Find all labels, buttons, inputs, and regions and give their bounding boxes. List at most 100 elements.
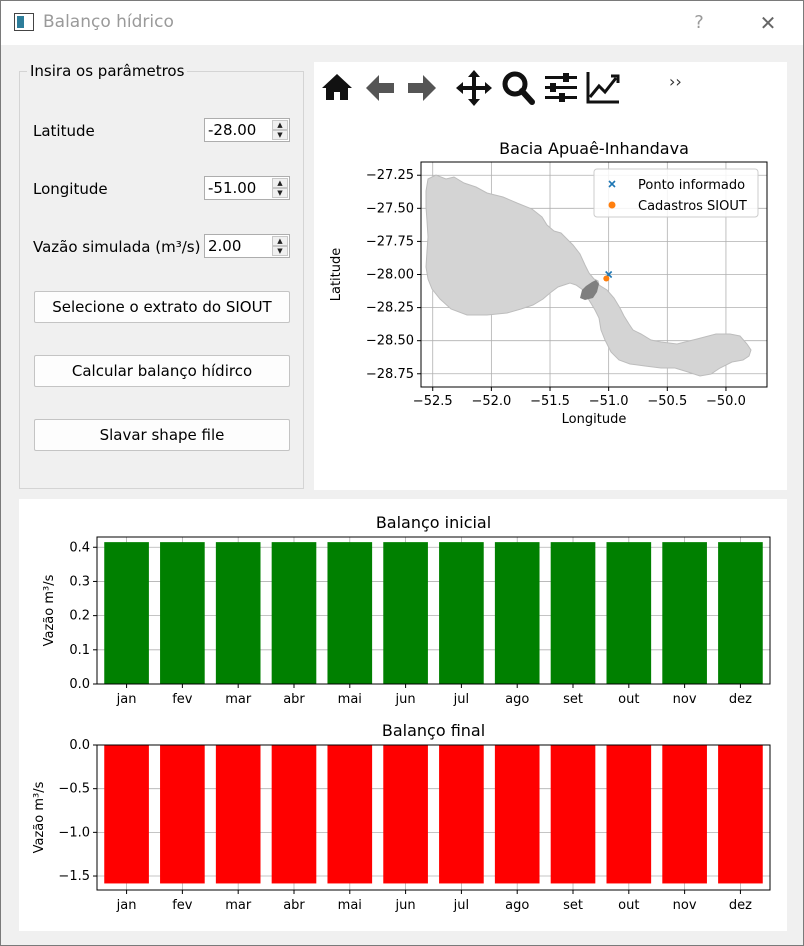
- vazao-increment-button[interactable]: ▲: [272, 236, 288, 246]
- longitude-increment-button[interactable]: ▲: [272, 178, 288, 188]
- initial-bar-mar: [215, 542, 261, 684]
- map-axes-frame: [420, 161, 768, 388]
- zoom-icon[interactable]: [500, 66, 536, 106]
- configure-subplots-icon[interactable]: [543, 66, 579, 106]
- initial-ytick-label: 0.0: [69, 677, 90, 692]
- initial-ylabel: Vazão m³/s: [42, 574, 57, 646]
- final-xtick-label: abr: [283, 898, 305, 913]
- final-bar-out: [606, 745, 652, 884]
- initial-ytick-label: 0.3: [69, 574, 90, 589]
- initial-bar-jan: [104, 542, 149, 684]
- final-xtick-label: dez: [729, 898, 752, 913]
- initial-xtick-label: nov: [673, 692, 697, 707]
- initial-ytick-label: 0.2: [69, 609, 90, 624]
- initial-xtick-label: mai: [338, 692, 362, 707]
- select-siout-button[interactable]: Selecione o extrato do SIOUT: [34, 291, 290, 323]
- bar-charts[interactable]: 0.0 0.1 0.2 0.3 0.4 jan fev mar abr mai jun jul ago s…: [19, 499, 787, 931]
- map-legend: [593, 168, 759, 218]
- final-xtick-label: jul: [453, 898, 469, 913]
- map-xtick-label: −50.0: [706, 394, 746, 409]
- longitude-decrement-button[interactable]: ▼: [272, 188, 288, 198]
- forward-arrow-icon[interactable]: [404, 66, 440, 106]
- help-button[interactable]: ?: [687, 7, 711, 39]
- longitude-spinbox[interactable]: -51.00 ▲ ▼: [204, 176, 290, 200]
- initial-bar-fev: [160, 542, 205, 684]
- toolbar-overflow-button[interactable]: ››: [669, 72, 682, 91]
- map-chart[interactable]: −52.5 −52.0 −51.5 −51.0 −50.5 −50.0 −27.25 −27.…: [314, 62, 787, 490]
- initial-xtick-label: fev: [172, 692, 193, 707]
- pan-icon[interactable]: [456, 66, 492, 106]
- map-ytick-label: −28.75: [366, 367, 414, 382]
- initial-bar-ago: [494, 542, 540, 684]
- vazao-value[interactable]: 2.00: [208, 237, 241, 255]
- map-ytick-label: −28.50: [366, 334, 414, 349]
- edit-axis-icon[interactable]: [585, 66, 621, 106]
- map-ylabel: Latitude: [329, 248, 344, 302]
- initial-bar-jun: [383, 542, 428, 684]
- initial-xtick-label: jul: [453, 692, 469, 707]
- initial-xtick-label: jan: [116, 692, 137, 707]
- latitude-decrement-button[interactable]: ▼: [272, 130, 288, 140]
- longitude-value[interactable]: -51.00: [208, 179, 256, 197]
- initial-ytick-label: 0.4: [69, 540, 90, 555]
- window-title: Balanço hídrico: [43, 12, 174, 32]
- home-icon[interactable]: [319, 66, 355, 106]
- final-xtick-label: jun: [395, 898, 416, 913]
- final-ytick-label: 0.0: [69, 738, 90, 753]
- map-ytick-label: −27.75: [366, 234, 414, 249]
- calculate-balance-button[interactable]: Calcular balanço hídirco: [34, 355, 290, 387]
- map-xtick-label: −52.0: [471, 394, 511, 409]
- back-arrow-icon[interactable]: [362, 66, 398, 106]
- map-xtick-label: −52.5: [413, 394, 453, 409]
- map-xlabel: Longitude: [562, 412, 627, 427]
- vazao-decrement-button[interactable]: ▼: [272, 246, 288, 256]
- longitude-label: Longitude: [33, 180, 108, 198]
- map-xtick-label: −50.5: [647, 394, 687, 409]
- final-xtick-label: mar: [225, 898, 252, 913]
- title-bar[interactable]: Balanço hídrico ? ✕: [1, 1, 803, 45]
- map-xtick-label: −51.5: [530, 394, 570, 409]
- final-xtick-label: jan: [116, 898, 137, 913]
- final-xtick-label: fev: [172, 898, 193, 913]
- latitude-increment-button[interactable]: ▲: [272, 120, 288, 130]
- params-group-title: Insira os parâmetros: [27, 62, 188, 80]
- initial-xtick-label: mar: [225, 692, 252, 707]
- initial-xtick-label: dez: [729, 692, 752, 707]
- subbasin-polygon: [580, 280, 599, 300]
- save-shapefile-button[interactable]: Slavar shape file: [34, 419, 290, 451]
- initial-xtick-label: abr: [283, 692, 305, 707]
- map-ytick-label: −27.25: [366, 168, 414, 183]
- final-xtick-label: ago: [505, 898, 529, 913]
- initial-xtick-label: jun: [395, 692, 416, 707]
- final-xtick-label: out: [618, 898, 639, 913]
- app-icon: [14, 13, 34, 31]
- final-xtick-label: mai: [338, 898, 362, 913]
- final-title: Balanço final: [382, 721, 485, 740]
- map-ytick-label: −28.25: [366, 301, 414, 316]
- vazao-label: Vazão simulada (m³/s): [33, 238, 201, 256]
- initial-bar-set: [550, 542, 596, 684]
- initial-xtick-label: out: [618, 692, 639, 707]
- final-ytick-label: −1.5: [58, 869, 90, 884]
- vazao-spinbox[interactable]: 2.00 ▲ ▼: [204, 234, 290, 258]
- latitude-spinbox[interactable]: -28.00 ▲ ▼: [204, 118, 290, 142]
- final-bar-dez: [718, 745, 763, 884]
- map-panel: ›› −52.5 −52.0 −51.5 −51.0 −50.5 −50.0 −27.25−…: [314, 62, 787, 490]
- final-bar-jun: [383, 745, 428, 884]
- initial-title: Balanço inicial: [376, 513, 491, 532]
- initial-ytick-label: 0.1: [69, 643, 90, 658]
- latitude-value[interactable]: -28.00: [208, 121, 256, 139]
- final-bar-jan: [104, 745, 149, 884]
- ponto-informado-point: [605, 270, 613, 279]
- final-bar-mar: [215, 745, 261, 884]
- latitude-label: Latitude: [33, 122, 95, 140]
- close-button[interactable]: ✕: [753, 7, 783, 39]
- initial-bar-mai: [327, 542, 373, 684]
- final-bar-ago: [494, 745, 540, 884]
- basin-polygon: [425, 174, 752, 377]
- final-bar-set: [550, 745, 596, 884]
- final-bar-abr: [271, 745, 317, 884]
- final-bar-fev: [160, 745, 205, 884]
- initial-xtick-label: set: [563, 692, 583, 707]
- final-ylabel: Vazão m³/s: [32, 781, 47, 853]
